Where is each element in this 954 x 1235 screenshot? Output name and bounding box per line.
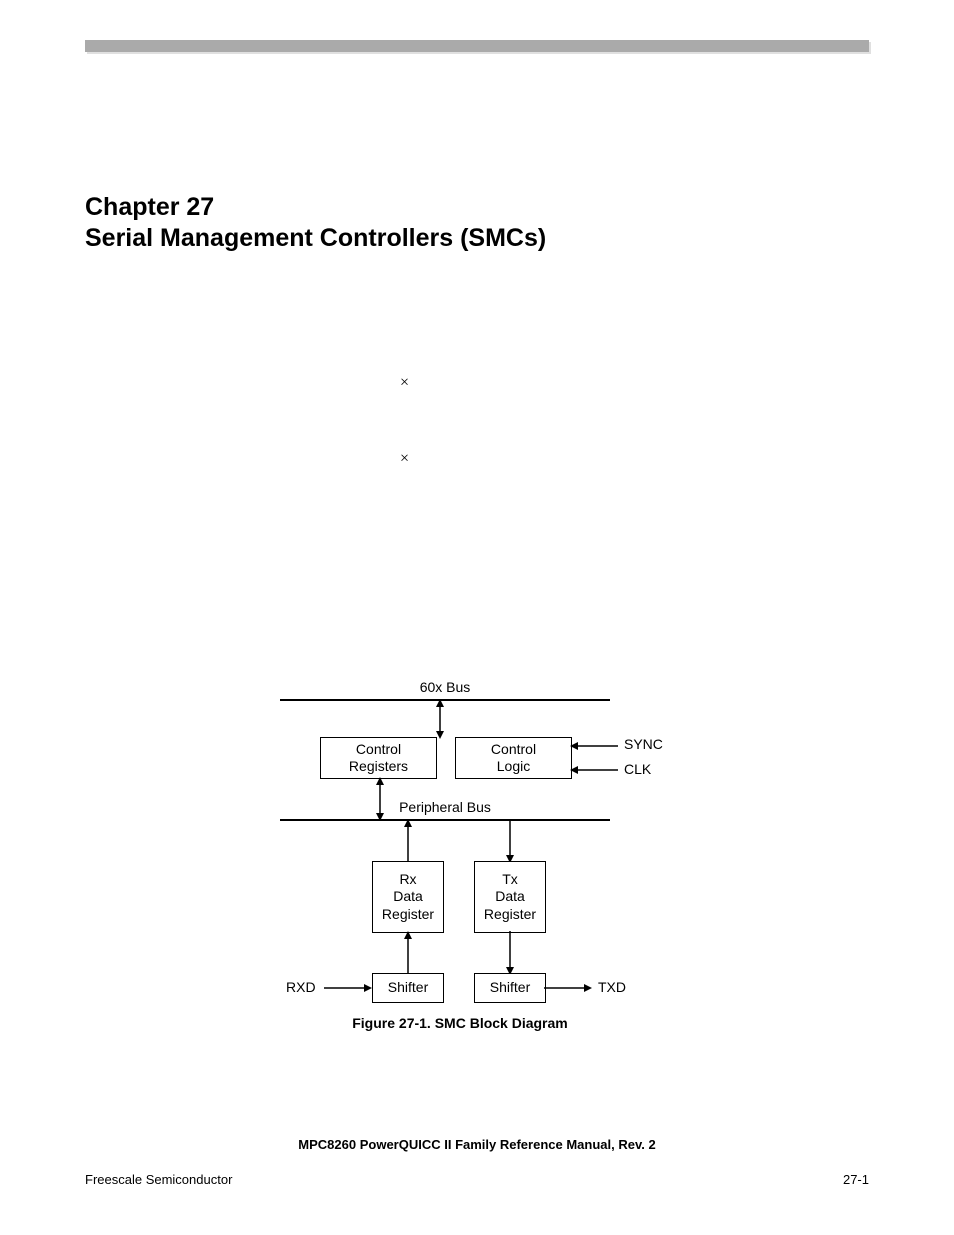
tx-data-register-box: Tx Data Register: [474, 861, 546, 933]
box-label: Rx: [399, 871, 416, 889]
arrow-right-icon: [324, 983, 374, 993]
cross-mark-icon: ×: [400, 374, 409, 392]
bus-line-60x: [280, 699, 610, 701]
footer-manual-title: MPC8260 PowerQUICC II Family Reference M…: [85, 1137, 869, 1152]
bus-label-60x: 60x Bus: [280, 679, 610, 695]
box-label: Control: [356, 741, 401, 759]
arrow-down-icon: [505, 931, 515, 975]
arrow-right-icon: [544, 983, 594, 993]
control-registers-box: Control Registers: [320, 737, 437, 779]
box-label: Shifter: [388, 979, 428, 997]
box-label: Data: [495, 888, 525, 906]
arrow-left-icon: [570, 741, 620, 751]
arrow-double-icon: [375, 777, 385, 821]
box-label: Shifter: [490, 979, 530, 997]
box-label: Registers: [349, 758, 408, 776]
signal-clk: CLK: [624, 761, 651, 777]
arrow-up-icon: [403, 819, 413, 863]
smc-block-diagram: 60x Bus Control Registers Control Logic …: [280, 685, 680, 1085]
shifter-left-box: Shifter: [372, 973, 444, 1003]
signal-rxd: RXD: [286, 979, 316, 995]
arrow-up-icon: [403, 931, 413, 975]
arrow-double-icon: [435, 699, 445, 739]
shifter-right-box: Shifter: [474, 973, 546, 1003]
signal-txd: TXD: [598, 979, 626, 995]
cross-mark-icon: ×: [400, 450, 409, 468]
arrow-left-icon: [570, 765, 620, 775]
bus-label-peripheral: Peripheral Bus: [280, 799, 610, 815]
box-label: Register: [382, 906, 434, 924]
box-label: Data: [393, 888, 423, 906]
footer-vendor: Freescale Semiconductor: [85, 1172, 232, 1187]
page-footer: MPC8260 PowerQUICC II Family Reference M…: [85, 1137, 869, 1187]
rx-data-register-box: Rx Data Register: [372, 861, 444, 933]
arrow-down-icon: [505, 819, 515, 863]
control-logic-box: Control Logic: [455, 737, 572, 779]
footer-page-number: 27-1: [843, 1172, 869, 1187]
box-label: Register: [484, 906, 536, 924]
box-label: Control: [491, 741, 536, 759]
chapter-number: Chapter 27: [85, 192, 869, 223]
box-label: Tx: [502, 871, 518, 889]
bus-line-peripheral: [280, 819, 610, 821]
header-bar: [85, 40, 869, 52]
chapter-name: Serial Management Controllers (SMCs): [85, 223, 869, 254]
signal-sync: SYNC: [624, 736, 663, 752]
box-label: Logic: [497, 758, 530, 776]
figure-caption: Figure 27-1. SMC Block Diagram: [280, 1015, 640, 1031]
chapter-title: Chapter 27 Serial Management Controllers…: [85, 192, 869, 255]
